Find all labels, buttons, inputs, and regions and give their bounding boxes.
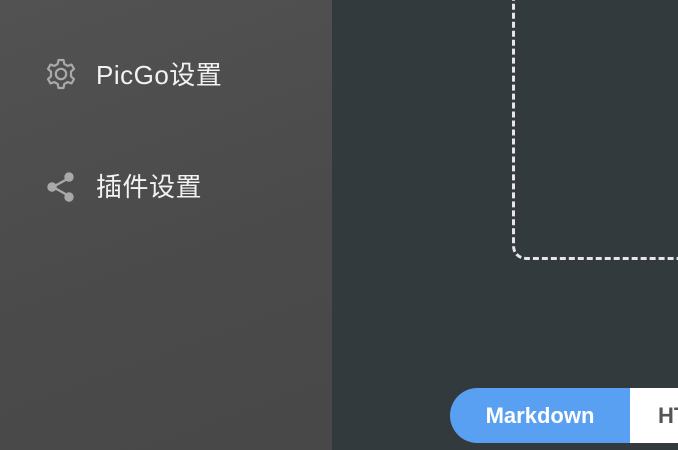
upload-drop-zone[interactable]	[512, 0, 678, 260]
sidebar-item-label: 插件设置	[96, 172, 203, 202]
format-option-markdown[interactable]: Markdown	[450, 388, 630, 443]
share-icon	[44, 169, 78, 203]
sidebar: PicGo设置 插件设置	[0, 0, 332, 450]
format-option-html[interactable]: HT	[630, 388, 678, 443]
sidebar-item-picgo-settings[interactable]: PicGo设置	[44, 55, 222, 92]
main-panel: Markdown HT	[332, 0, 678, 450]
app-window: PicGo设置 插件设置 Markdown HT	[0, 0, 678, 450]
link-format-switch: Markdown HT	[450, 388, 678, 443]
sidebar-item-plugin-settings[interactable]: 插件设置	[44, 167, 202, 204]
sidebar-item-label: PicGo设置	[96, 60, 223, 90]
gear-icon	[44, 57, 78, 91]
